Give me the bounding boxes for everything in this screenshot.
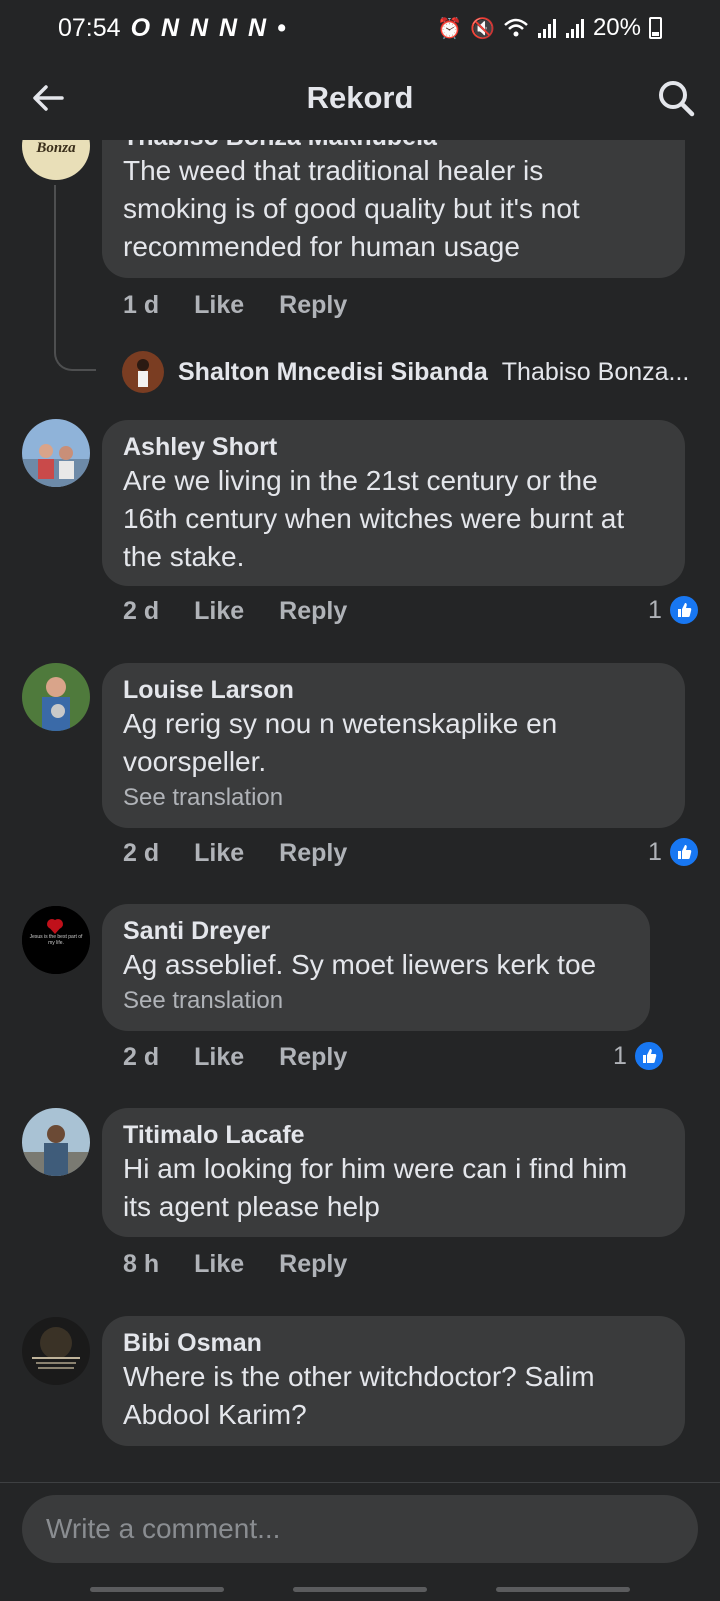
comment-composer[interactable] [22,1495,698,1563]
comment-actions: 2 d Like Reply [123,839,347,868]
reaction-count: 1 [648,837,662,866]
comment-author[interactable]: Titimalo Lacafe [123,1120,665,1150]
comment-author[interactable]: Thabiso Bonza Makhubela [123,140,665,152]
mute-icon: 🔇 [470,17,495,40]
signal-icon-2 [565,19,584,38]
battery-icon [649,17,662,39]
comment-bubble[interactable]: Ashley Short Are we living in the 21st c… [102,420,685,586]
comment-bubble[interactable]: Titimalo Lacafe Hi am looking for him we… [102,1108,685,1237]
comment-actions: 1 d Like Reply [123,291,347,320]
comment-input[interactable] [44,1512,676,1546]
comment-text-line: Abdool Karim? [123,1399,307,1430]
comment-text-line: 16th century when witches were burnt at [123,503,625,534]
reply-button[interactable]: Reply [279,1043,347,1072]
comment-author[interactable]: Ashley Short [123,432,665,462]
comment-actions: 8 h Like Reply [123,1250,347,1279]
comment-bubble[interactable]: Bibi Osman Where is the other witchdocto… [102,1316,685,1446]
reply-button[interactable]: Reply [279,839,347,868]
like-button[interactable]: Like [194,1250,244,1279]
comment-text-line: its agent please help [123,1191,380,1222]
comment-bubble[interactable]: Thabiso Bonza Makhubela The weed that tr… [102,140,685,278]
comment-bubble[interactable]: Louise Larson Ag rerig sy nou n wetenska… [102,663,685,828]
comment-text-line: Ag rerig sy nou n wetenskaplike en [123,708,558,739]
status-bar: 07:54 O N N N N • ⏰ 🔇 20% [0,0,720,56]
signal-icon [537,19,556,38]
app-bar: Rekord [0,56,720,140]
comment-time[interactable]: 2 d [123,839,159,868]
comment-bubble[interactable]: Santi Dreyer Ag asseblief. Sy moet liewe… [102,904,650,1031]
avatar-logo-text: Bonza [35,140,76,156]
avatar[interactable] [22,663,90,731]
comment-text-line: recommended for human usage [123,231,520,262]
avatar[interactable] [22,1108,90,1176]
avatar[interactable] [22,419,90,487]
nav-home[interactable] [293,1587,427,1592]
search-icon[interactable] [654,76,698,120]
like-button[interactable]: Like [194,1043,244,1072]
thumbs-up-icon [667,836,700,868]
comment-time[interactable]: 2 d [123,597,159,626]
comment-text-line: Where is the other witchdoctor? Salim [123,1361,595,1392]
notification-icons: O N N N N • [130,13,288,42]
reply-button[interactable]: Reply [279,597,347,626]
thumbs-up-icon [667,594,700,626]
reply-button[interactable]: Reply [279,291,347,320]
like-button[interactable]: Like [194,839,244,868]
comment-author[interactable]: Louise Larson [123,675,665,705]
comment-time[interactable]: 2 d [123,1043,159,1072]
reply-preview[interactable]: Shalton Mncedisi Sibanda Thabiso Bonza..… [122,351,689,393]
comment-actions: 2 d Like Reply [123,1043,347,1072]
reply-author[interactable]: Shalton Mncedisi Sibanda [178,358,488,387]
thread-line [54,185,96,371]
comment-text-line: voorspeller. [123,746,267,777]
reply-button[interactable]: Reply [279,1250,347,1279]
battery-percent: 20% [592,14,641,41]
see-translation-link[interactable]: See translation [123,783,665,813]
comment-text-line: the stake. [123,541,245,572]
comment-text-line: The weed that traditional healer is [123,155,544,186]
avatar[interactable]: Jesus is the best part of my life. [22,906,90,974]
avatar[interactable]: Bonza [22,140,90,180]
comment-actions: 2 d Like Reply [123,597,347,626]
comment-time[interactable]: 1 d [123,291,159,320]
page-title: Rekord [306,80,414,115]
reaction-count: 1 [648,595,662,624]
comments-feed[interactable]: Bonza Thabiso Bonza Makhubela The weed t… [0,140,720,1482]
nav-back[interactable] [496,1587,630,1592]
system-nav-bar [0,1583,720,1601]
comment-composer-area [0,1482,720,1601]
comment-time[interactable]: 8 h [123,1250,159,1279]
reply-text: Thabiso Bonza... [501,357,690,386]
reaction-count: 1 [613,1041,627,1070]
comment-text-line: Are we living in the 21st century or the [123,465,598,496]
back-arrow-icon[interactable] [26,76,70,120]
reaction-summary[interactable]: 1 [613,1040,665,1072]
comment-author[interactable]: Santi Dreyer [123,916,630,946]
thumbs-up-icon [632,1040,665,1072]
status-time: 07:54 [58,13,121,42]
like-button[interactable]: Like [194,597,244,626]
alarm-icon: ⏰ [437,17,463,40]
reaction-summary[interactable]: 1 [648,594,700,626]
wifi-icon [504,18,528,37]
avatar[interactable] [22,1317,90,1385]
avatar-caption: Jesus is the best part of my life. [29,934,83,946]
nav-recents[interactable] [90,1587,224,1592]
reaction-summary[interactable]: 1 [648,836,700,868]
like-button[interactable]: Like [194,291,244,320]
comment-text-line: smoking is of good quality but it's not [123,193,580,224]
see-translation-link[interactable]: See translation [123,986,630,1016]
avatar[interactable] [122,351,164,393]
comment-text-line: Hi am looking for him were can i find hi… [123,1153,628,1184]
comment-author[interactable]: Bibi Osman [123,1328,665,1358]
comment-text-line: Ag asseblief. Sy moet liewers kerk toe [123,949,597,980]
